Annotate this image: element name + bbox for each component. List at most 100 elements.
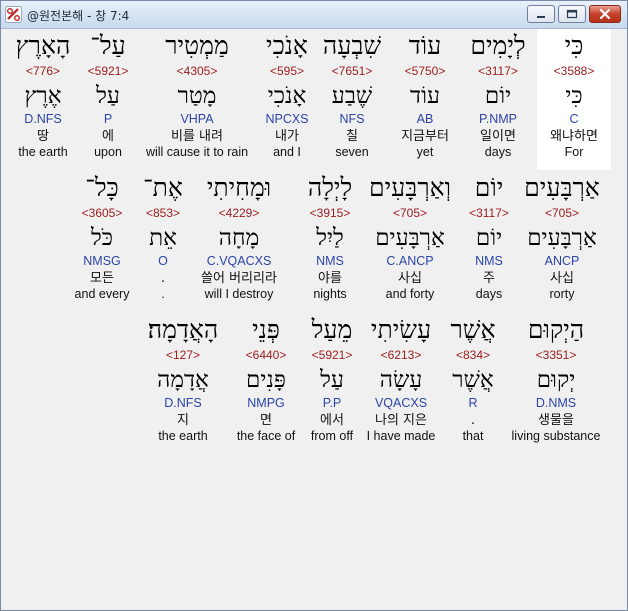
word-cell[interactable]: וּמָחִיתִי <4229> מָחָה C.VQACXS 쓸어 버리리라…: [182, 171, 296, 302]
english-gloss: rorty: [549, 287, 575, 301]
strongs-number[interactable]: <3351>: [506, 348, 606, 362]
word-cell[interactable]: אָנֹכִי <595> אָנֹכִי NPCXS 내가 and I: [252, 29, 322, 160]
word-cell[interactable]: אֲשֶׁר <834> אֲשֶׁר R . that: [442, 313, 504, 444]
interlinear-view[interactable]: כִּי <3588> כִּי C 왜냐하면 For לְיָמִים <31…: [8, 29, 620, 605]
word-cell[interactable]: יוֹם <3117> יוֹם NMS 주 days: [460, 171, 518, 302]
lexical-form: מָטַר: [177, 83, 217, 109]
strongs-number[interactable]: <705>: [360, 206, 460, 220]
strongs-number[interactable]: <5750>: [388, 64, 462, 78]
strongs-number[interactable]: <595>: [252, 64, 322, 78]
word-cell[interactable]: כָּל־ <3605> כֹּל NMSG 모든 and every: [68, 171, 136, 302]
strongs-number[interactable]: <3117>: [462, 64, 534, 78]
english-gloss: will I destroy: [204, 287, 274, 301]
korean-gloss: 에서: [320, 413, 344, 428]
strongs-number[interactable]: <4229>: [182, 206, 296, 220]
english-gloss: nights: [313, 287, 347, 301]
english-gloss: For: [564, 145, 584, 159]
maximize-button[interactable]: [558, 5, 586, 23]
korean-gloss: .: [470, 413, 476, 428]
strongs-number[interactable]: <853>: [136, 206, 190, 220]
morphology-code: C.VQACXS: [206, 254, 272, 268]
lexical-form: אַרְבָּעִים: [527, 225, 597, 251]
korean-gloss: 면: [260, 413, 272, 428]
app-window: @원전본해 - 창 7:4 כִּי <3588> כִּי C 왜냐하면 Fo…: [0, 0, 628, 611]
english-gloss: upon: [94, 145, 122, 159]
morphology-code: C: [569, 112, 579, 126]
word-cell[interactable]: מַמְטִיר <4305> מָטַר VHPA 비를 내려 will ca…: [138, 29, 256, 160]
korean-gloss: 모든: [90, 271, 114, 286]
english-gloss: I have made: [366, 429, 436, 443]
strongs-number[interactable]: <4305>: [138, 64, 256, 78]
korean-gloss: 야를: [318, 271, 342, 286]
morphology-code: D.NFS: [24, 112, 62, 126]
word-cell[interactable]: לְיָמִים <3117> יוֹם P.NMP 일이면 days: [462, 29, 534, 160]
lexical-form: יְקוּם: [536, 367, 576, 393]
word-cell[interactable]: עַל־ <5921> עַל P 에 upon: [78, 29, 138, 160]
strongs-number[interactable]: <3605>: [68, 206, 136, 220]
hebrew-word: וּמָחִיתִי: [206, 173, 272, 202]
strongs-number[interactable]: <5921>: [78, 64, 138, 78]
hebrew-word: אָנֹכִי: [266, 31, 308, 60]
word-cell[interactable]: עָשִׂיתִי <6213> עָשָׂה VQACXS 나의 지은 I h…: [360, 313, 442, 444]
strongs-number[interactable]: <3117>: [460, 206, 518, 220]
word-cell[interactable]: מֵעַל <5921> עַל P.P 에서 from off: [302, 313, 362, 444]
lexical-form: לַיִל: [316, 225, 344, 251]
strongs-number[interactable]: <834>: [442, 348, 504, 362]
word-cell[interactable]: וְאַרְבָּעִים <705> אַרְבָּעִים C.ANCP 사…: [360, 171, 460, 302]
hebrew-word: הַיְקוּם: [527, 315, 585, 344]
word-cell[interactable]: פְּנֵי <6440> פָּנִים NMPG 면 the face of: [232, 313, 300, 444]
hebrew-word: עוֹד: [408, 31, 442, 60]
korean-gloss: 지: [177, 413, 189, 428]
morphology-code: D.NMS: [535, 396, 577, 410]
lexical-form: אֵת: [149, 225, 177, 251]
english-gloss: days: [475, 287, 503, 301]
word-cell[interactable]: הַיְקוּם <3351> יְקוּם D.NMS 생물을 living …: [506, 313, 606, 444]
morphology-code: NMPG: [247, 396, 285, 410]
hebrew-word: עַל־: [90, 31, 126, 60]
word-cell[interactable]: לָיְלָה <3915> לַיִל NMS 야를 nights: [296, 171, 364, 302]
strongs-number[interactable]: <3588>: [537, 64, 611, 78]
lexical-form: מָחָה: [218, 225, 260, 251]
korean-gloss: 비를 내려: [171, 129, 223, 144]
app-logo-icon: [5, 6, 22, 23]
morphology-code: D.NFS: [164, 396, 202, 410]
morphology-code: VQACXS: [374, 396, 428, 410]
english-gloss: that: [462, 429, 484, 443]
title-bar[interactable]: @원전본해 - 창 7:4: [1, 1, 627, 29]
english-gloss: seven: [335, 145, 369, 159]
korean-gloss: 생물을: [538, 413, 574, 428]
strongs-number[interactable]: <6213>: [360, 348, 442, 362]
word-cell[interactable]: הָאֲדָמָה׃ <127> אֲדָמָה D.NFS 지 the ear…: [142, 313, 224, 444]
morphology-code: P: [103, 112, 113, 126]
word-cell[interactable]: אֶת־ <853> אֵת O . .: [136, 171, 190, 302]
korean-gloss: 나의 지은: [375, 413, 427, 428]
strongs-number[interactable]: <705>: [522, 206, 602, 220]
word-cell[interactable]: הָאָרֶץ <776> אֶרֶץ D.NFS 땅 the earth: [9, 29, 77, 160]
close-button[interactable]: [589, 5, 621, 23]
strongs-number[interactable]: <6440>: [232, 348, 300, 362]
word-cell[interactable]: אַרְבָּעִים <705> אַרְבָּעִים ANCP 사십 ro…: [522, 171, 602, 302]
hebrew-word: וְאַרְבָּעִים: [368, 173, 452, 202]
strongs-number[interactable]: <776>: [9, 64, 77, 78]
morphology-code: O: [158, 254, 168, 268]
word-cell[interactable]: כִּי <3588> כִּי C 왜냐하면 For: [537, 29, 611, 160]
hebrew-word: עָשִׂיתִי: [370, 315, 432, 344]
minimize-button[interactable]: [527, 5, 555, 23]
strongs-number[interactable]: <127>: [142, 348, 224, 362]
english-gloss: living substance: [511, 429, 601, 443]
strongs-number[interactable]: <3915>: [296, 206, 364, 220]
strongs-number[interactable]: <7651>: [316, 64, 388, 78]
lexical-form: עוֹד: [410, 83, 440, 109]
word-cell[interactable]: עוֹד <5750> עוֹד AB 지금부터 yet: [388, 29, 462, 160]
morphology-code: AB: [416, 112, 434, 126]
strongs-number[interactable]: <5921>: [302, 348, 362, 362]
korean-gloss: 칠: [346, 129, 358, 144]
english-gloss: the earth: [158, 429, 208, 443]
lexical-form: עַל: [320, 367, 344, 393]
hebrew-word: אֶת־: [143, 173, 183, 202]
morphology-code: NMS: [316, 254, 344, 268]
english-gloss: the earth: [18, 145, 68, 159]
hebrew-word: הָאָרֶץ: [15, 31, 71, 60]
morphology-code: C.ANCP: [386, 254, 434, 268]
word-cell[interactable]: שִׁבְעָה <7651> שֶׁבַע NFS 칠 seven: [316, 29, 388, 160]
